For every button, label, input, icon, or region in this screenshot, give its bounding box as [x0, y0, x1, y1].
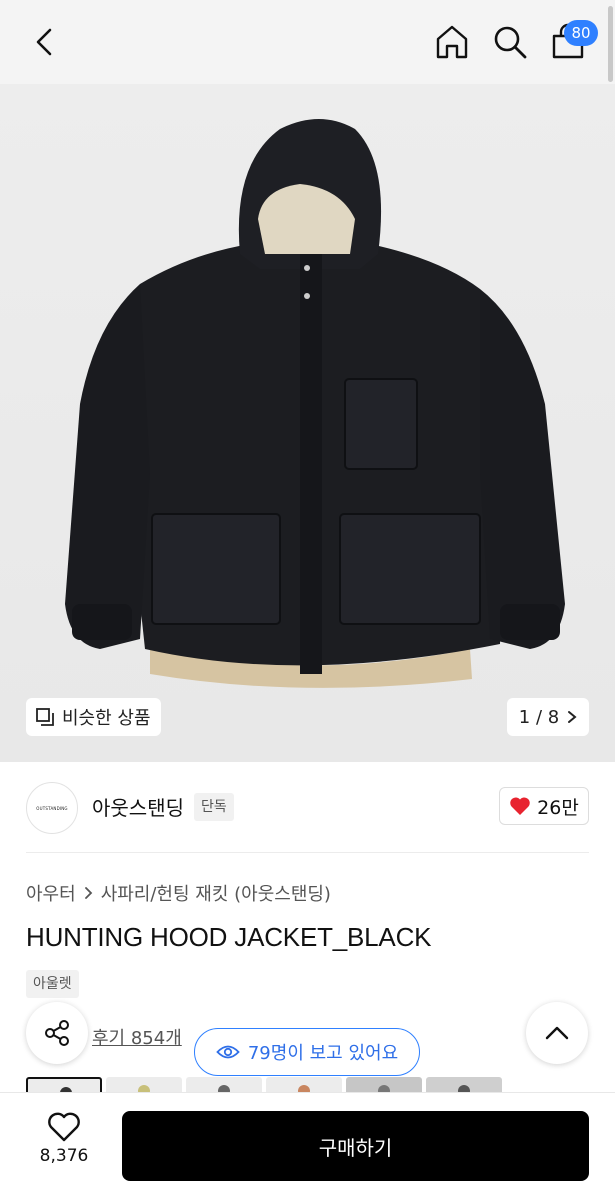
image-pager-text: 1 / 8	[518, 706, 560, 728]
breadcrumb-child[interactable]: 사파리/헌팅 재킷 (아웃스탠딩)	[101, 880, 331, 906]
eye-icon	[216, 1045, 240, 1059]
home-icon[interactable]	[432, 22, 472, 62]
similar-products-button[interactable]: 비슷한 상품	[26, 698, 161, 736]
search-icon[interactable]	[490, 22, 530, 62]
cart-count-badge: 80	[564, 20, 598, 46]
breadcrumb: 아우터 사파리/헌팅 재킷 (아웃스탠딩)	[26, 880, 331, 906]
scrollbar[interactable]	[608, 6, 613, 82]
breadcrumb-parent[interactable]: 아우터	[26, 880, 76, 906]
similar-products-label: 비슷한 상품	[62, 708, 151, 729]
color-option-thumbnail[interactable]	[426, 1077, 502, 1092]
share-icon	[45, 1020, 69, 1046]
color-option-thumbnail[interactable]	[106, 1077, 182, 1092]
wishlist-count: 8,376	[39, 1146, 89, 1166]
exclusive-badge: 단독	[194, 793, 234, 821]
scroll-to-top-button[interactable]	[526, 1002, 588, 1064]
brand-logo-text: OUTSTANDING	[36, 805, 68, 811]
color-option-thumbnail[interactable]	[186, 1077, 262, 1092]
viewing-now-pill: 79명이 보고 있어요	[194, 1028, 420, 1076]
brand-logo[interactable]: OUTSTANDING	[26, 782, 78, 834]
viewing-now-text: 79명이 보고 있어요	[247, 1043, 399, 1064]
heart-filled-icon	[510, 797, 530, 815]
wishlist-button[interactable]: 8,376	[28, 1112, 100, 1178]
reviews-link[interactable]: 후기 854개	[92, 1024, 182, 1050]
color-option-thumbnail[interactable]	[346, 1077, 422, 1092]
chevron-right-icon	[568, 711, 577, 723]
outlet-badge: 아울렛	[26, 970, 79, 998]
buy-button[interactable]: 구매하기	[122, 1111, 589, 1181]
chevron-up-icon	[545, 1026, 569, 1040]
product-image	[65, 119, 565, 688]
product-title: HUNTING HOOD JACKET_BLACK	[26, 922, 432, 952]
divider	[26, 852, 589, 853]
brand-name[interactable]: 아웃스탠딩	[92, 792, 184, 821]
color-option-thumbnail[interactable]	[26, 1077, 102, 1092]
top-navigation-bar: 80	[0, 0, 615, 84]
back-icon[interactable]	[28, 24, 64, 60]
similar-items-icon	[36, 708, 54, 726]
share-button[interactable]	[26, 1002, 88, 1064]
chevron-right-icon	[84, 887, 92, 899]
color-option-thumbnail[interactable]	[266, 1077, 342, 1092]
image-pager[interactable]: 1 / 8	[507, 698, 589, 736]
color-options	[26, 1077, 506, 1092]
brand-like-count: 26만	[537, 796, 579, 819]
brand-like-button[interactable]: 26만	[499, 787, 589, 825]
heart-outline-icon	[48, 1112, 80, 1142]
product-image-gallery[interactable]	[0, 84, 615, 762]
